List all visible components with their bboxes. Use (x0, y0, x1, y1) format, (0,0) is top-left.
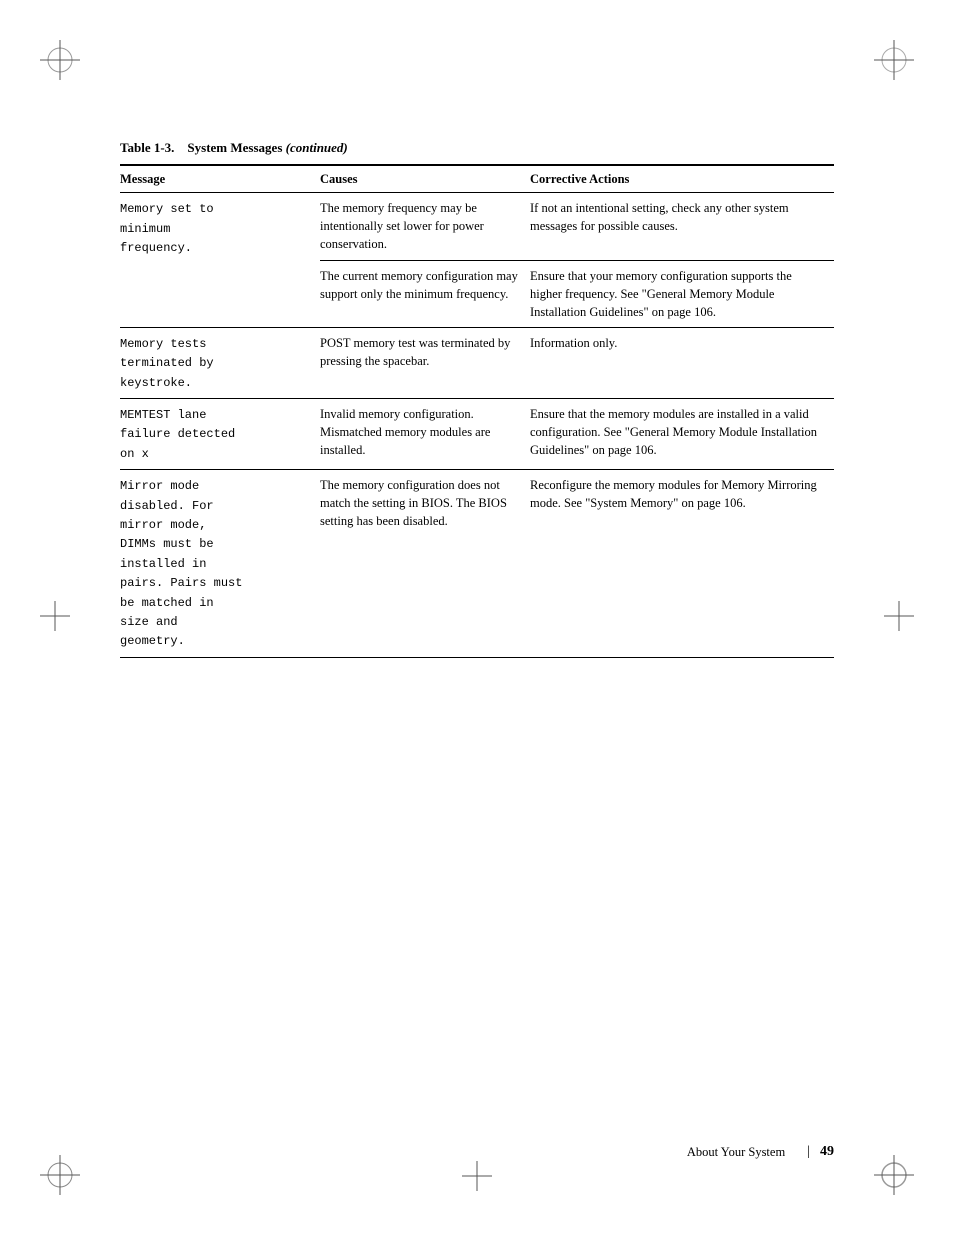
cause-cell-1a: The memory frequency may be intentionall… (320, 193, 530, 260)
message-cell-2: Memory teststerminated bykeystroke. (120, 327, 320, 398)
table-row: Memory set tominimumfrequency. The memor… (120, 193, 834, 260)
corrective-text-1b: Ensure that your memory configuration su… (530, 269, 792, 319)
cause-cell-2: POST memory test was terminated by press… (320, 327, 530, 398)
side-mark-bottom (462, 1161, 492, 1195)
corrective-text-2: Information only. (530, 336, 617, 350)
cause-text-1b: The current memory configuration may sup… (320, 269, 518, 301)
page-footer: About Your System | 49 (120, 1144, 834, 1160)
message-text-3: MEMTEST lanefailure detectedon x (120, 408, 235, 461)
corrective-cell-1b: Ensure that your memory configuration su… (530, 260, 834, 327)
table-row: MEMTEST lanefailure detectedon x Invalid… (120, 399, 834, 470)
cause-text-3: Invalid memory configuration. Mismatched… (320, 407, 490, 457)
message-cell-3: MEMTEST lanefailure detectedon x (120, 399, 320, 470)
cause-cell-4: The memory configuration does not match … (320, 470, 530, 658)
cause-cell-1b: The current memory configuration may sup… (320, 260, 530, 327)
corrective-cell-2: Information only. (530, 327, 834, 398)
corrective-text-1a: If not an intentional setting, check any… (530, 201, 789, 233)
cause-text-1a: The memory frequency may be intentionall… (320, 201, 484, 251)
footer-separator: | (807, 1144, 810, 1160)
content-area: Table 1-3. System Messages (continued) M… (120, 140, 834, 1115)
corrective-text-3: Ensure that the memory modules are insta… (530, 407, 817, 457)
message-cell-1: Memory set tominimumfrequency. (120, 193, 320, 328)
col-header-causes: Causes (320, 165, 530, 193)
cause-text-2: POST memory test was terminated by press… (320, 336, 510, 368)
table-title-italic: (continued) (286, 140, 348, 155)
col-header-message: Message (120, 165, 320, 193)
corner-mark-tl (40, 40, 100, 100)
table-row: Memory teststerminated bykeystroke. POST… (120, 327, 834, 398)
table-title-main: System Messages (187, 140, 285, 155)
message-text-2: Memory teststerminated bykeystroke. (120, 337, 214, 390)
corner-mark-bl (40, 1135, 100, 1195)
side-mark-right (884, 601, 914, 635)
table-title-prefix: Table 1-3. (120, 140, 174, 155)
system-messages-table: Message Causes Corrective Actions Memory… (120, 164, 834, 658)
corner-mark-tr (854, 40, 914, 100)
message-cell-4: Mirror modedisabled. Formirror mode,DIMM… (120, 470, 320, 658)
table-header-row: Message Causes Corrective Actions (120, 165, 834, 193)
corrective-text-4: Reconfigure the memory modules for Memor… (530, 478, 817, 510)
side-mark-left (40, 601, 70, 635)
corrective-cell-3: Ensure that the memory modules are insta… (530, 399, 834, 470)
message-text-4: Mirror modedisabled. Formirror mode,DIMM… (120, 479, 242, 648)
corrective-cell-4: Reconfigure the memory modules for Memor… (530, 470, 834, 658)
footer-section-text: About Your System (687, 1145, 785, 1160)
message-text-1: Memory set tominimumfrequency. (120, 202, 214, 255)
corrective-cell-1a: If not an intentional setting, check any… (530, 193, 834, 260)
table-row: Mirror modedisabled. Formirror mode,DIMM… (120, 470, 834, 658)
page-number: 49 (820, 1144, 834, 1160)
col-header-corrective: Corrective Actions (530, 165, 834, 193)
corner-mark-br (854, 1135, 914, 1195)
cause-cell-3: Invalid memory configuration. Mismatched… (320, 399, 530, 470)
table-title: Table 1-3. System Messages (continued) (120, 140, 834, 156)
cause-text-4: The memory configuration does not match … (320, 478, 507, 528)
